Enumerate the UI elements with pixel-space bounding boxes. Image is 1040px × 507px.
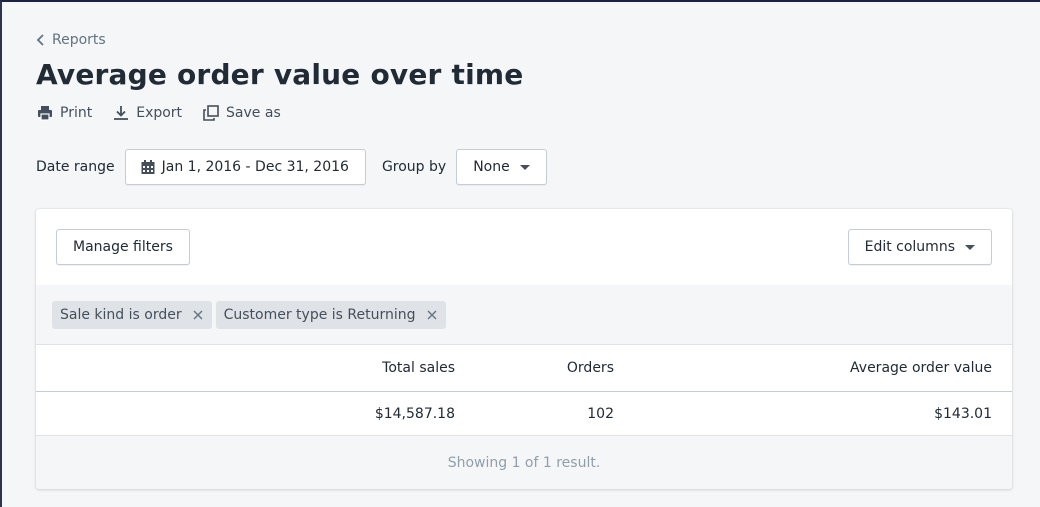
date-range-value: Jan 1, 2016 - Dec 31, 2016: [161, 159, 349, 175]
duplicate-icon: [203, 105, 219, 121]
cell-average-order-value: $143.01: [934, 405, 992, 422]
group-by-select[interactable]: None: [456, 149, 547, 185]
breadcrumb[interactable]: Reports: [36, 32, 106, 48]
download-icon: [114, 106, 129, 120]
applied-filters: Sale kind is order Customer type is Retu…: [36, 285, 1012, 345]
manage-filters-button[interactable]: Manage filters: [56, 229, 190, 265]
table-row: $14,587.18 102 $143.01: [36, 392, 1012, 436]
column-header-average-order-value[interactable]: Average order value: [850, 345, 992, 391]
calendar-icon: [141, 160, 155, 174]
print-label: Print: [60, 105, 93, 121]
chevron-left-icon: [36, 34, 44, 46]
caret-down-icon: [965, 244, 975, 250]
caret-down-icon: [519, 164, 530, 170]
export-button[interactable]: Export: [112, 104, 182, 122]
save-as-button[interactable]: Save as: [202, 104, 281, 122]
app-frame: Reports Average order value over time Pr…: [0, 0, 1040, 507]
card-toolbar: Manage filters Edit columns: [36, 209, 1012, 285]
page-title: Average order value over time: [36, 58, 524, 91]
cell-orders: 102: [587, 405, 614, 422]
close-icon[interactable]: [192, 309, 204, 321]
table-footer: Showing 1 of 1 result.: [36, 436, 1012, 489]
action-bar: Print Export Save as: [36, 104, 281, 122]
printer-icon: [38, 106, 52, 121]
breadcrumb-label: Reports: [52, 32, 106, 48]
edit-columns-label: Edit columns: [864, 239, 955, 255]
column-header-orders[interactable]: Orders: [567, 345, 614, 391]
date-range-picker[interactable]: Jan 1, 2016 - Dec 31, 2016: [124, 149, 366, 185]
filter-tag-label: Sale kind is order: [60, 306, 182, 323]
filter-tag: Customer type is Returning: [215, 300, 446, 329]
table-header: Total sales Orders Average order value: [36, 345, 1012, 392]
date-range-label: Date range: [36, 159, 115, 175]
report-table: Total sales Orders Average order value $…: [36, 345, 1012, 436]
export-label: Export: [136, 105, 183, 121]
report-controls: Date range Jan 1, 2016 - Dec 31, 2016 Gr…: [36, 149, 547, 185]
close-icon[interactable]: [426, 309, 438, 321]
group-by-label: Group by: [381, 159, 447, 175]
cell-total-sales: $14,587.18: [374, 405, 455, 422]
column-header-total-sales[interactable]: Total sales: [382, 345, 455, 391]
filter-tag-label: Customer type is Returning: [223, 306, 416, 323]
print-button[interactable]: Print: [36, 104, 92, 122]
group-by-value: None: [473, 159, 510, 175]
filter-tag: Sale kind is order: [52, 300, 212, 329]
save-as-label: Save as: [226, 105, 281, 121]
report-card: Manage filters Edit columns Sale kind is…: [36, 209, 1012, 489]
edit-columns-button[interactable]: Edit columns: [847, 229, 992, 265]
